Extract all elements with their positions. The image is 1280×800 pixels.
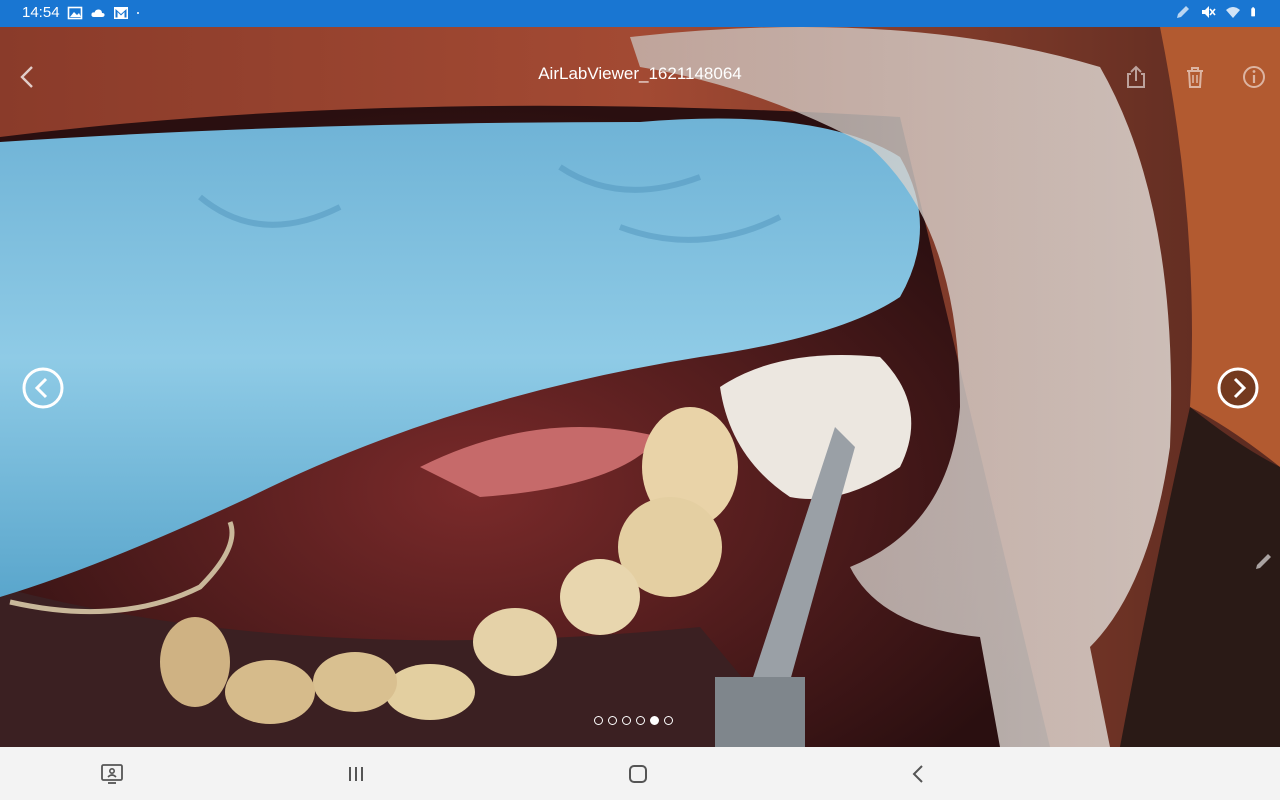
recents-icon[interactable] [343, 761, 369, 787]
status-bar: 14:54 [0, 0, 1280, 27]
image-icon [67, 6, 82, 19]
cloud-icon [90, 8, 105, 17]
info-icon[interactable] [1240, 63, 1268, 91]
battery-icon [1251, 7, 1255, 17]
dental-photo [0, 27, 1280, 747]
wifi-icon [1226, 7, 1240, 18]
home-icon[interactable] [625, 761, 651, 787]
screenshot-icon[interactable] [99, 761, 125, 787]
pager-dots [594, 716, 673, 725]
mute-icon [1202, 6, 1216, 18]
share-icon[interactable] [1122, 63, 1150, 91]
file-title: AirLabViewer_1621148064 [538, 64, 742, 83]
pager-dot[interactable] [622, 716, 631, 725]
pager-dot[interactable] [608, 716, 617, 725]
pager-dot[interactable] [636, 716, 645, 725]
navigation-bar [0, 747, 1280, 800]
pager-dot[interactable] [594, 716, 603, 725]
viewer-toolbar: AirLabViewer_1621148064 [0, 27, 1280, 122]
edit-icon[interactable] [1254, 551, 1274, 571]
notification-dot-icon [136, 11, 139, 14]
photo-viewer[interactable] [0, 27, 1280, 747]
back-icon[interactable] [906, 761, 932, 787]
next-image-button[interactable] [1216, 366, 1260, 410]
pager-dot-active[interactable] [650, 716, 659, 725]
gmail-icon [113, 6, 128, 19]
previous-image-button[interactable] [21, 366, 65, 410]
status-time: 14:54 [22, 4, 60, 21]
pager-dot[interactable] [664, 716, 673, 725]
pen-icon [1177, 6, 1189, 18]
delete-icon[interactable] [1181, 63, 1209, 91]
